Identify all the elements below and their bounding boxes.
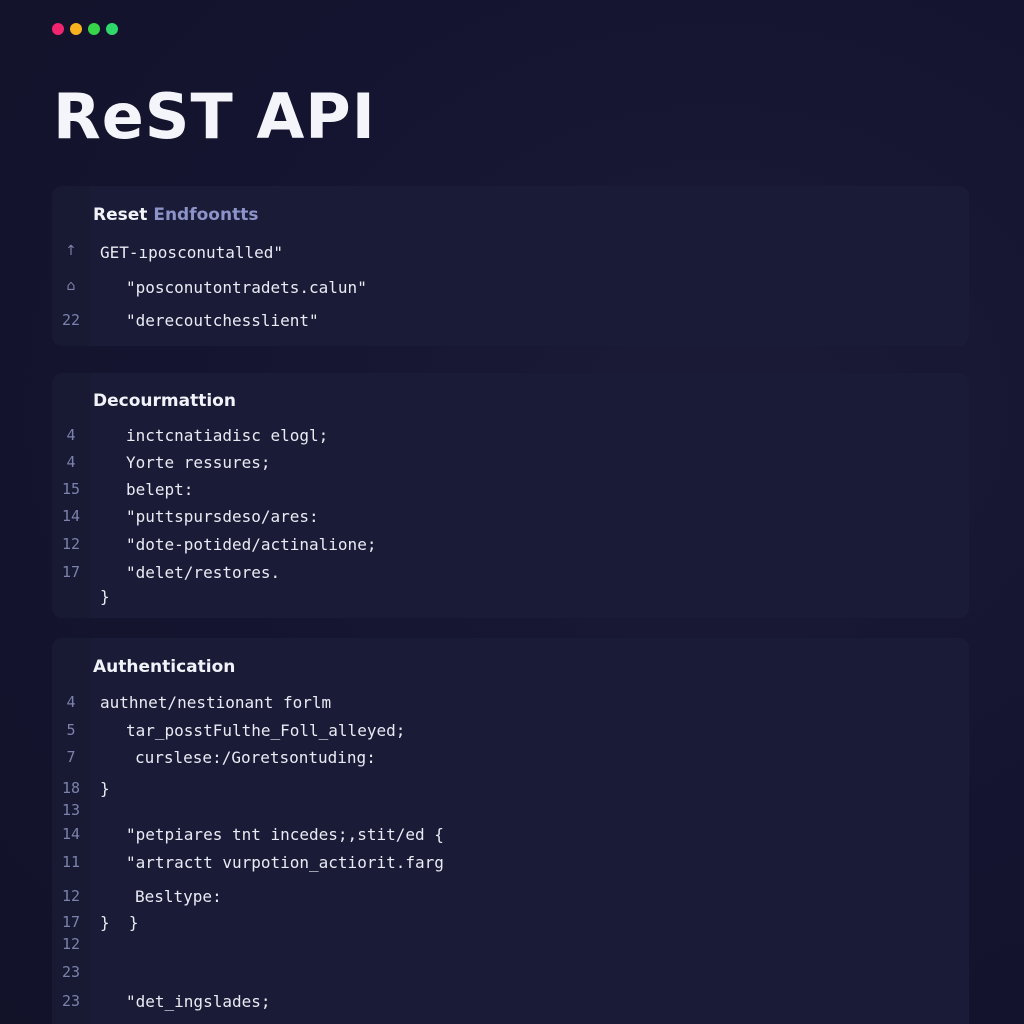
fullscreen-window-dot[interactable] [106,23,118,35]
line-number: 15 [61,480,81,498]
code-line: 13 [52,801,969,821]
code-line: 18 } [52,779,969,799]
authentication-panel: Authentication 4 authnet/nestionant forl… [52,638,969,1024]
panel-title: Decourmattion [93,391,236,411]
line-number: 14 [61,507,81,525]
code-line: 22 "derecoutchesslient" [52,311,969,331]
line-number: 5 [66,721,76,739]
line-number: 18 [61,779,81,797]
window-controls [52,23,118,35]
code-text[interactable]: } } [100,913,139,932]
code-line: } [52,587,969,607]
code-line: ↑ GET-ıposconutalled" [52,243,969,263]
line-number: 4 [66,693,76,711]
close-window-dot[interactable] [52,23,64,35]
code-line: 5 tar_posstFulthe_Foll_alleyed; [52,721,969,741]
code-line: 4 Yorte ressures; [52,453,969,473]
code-text[interactable]: Yorte ressures; [126,453,271,472]
line-number: 17 [61,913,81,931]
minimize-window-dot[interactable] [70,23,82,35]
code-text[interactable]: inctcnatiadisc elogl; [126,426,328,445]
code-text[interactable]: "posconutontradets.calun" [126,278,367,297]
line-number: 23 [61,963,81,981]
code-line: 14 "petpiares tnt incedes;,stit/ed { [52,825,969,845]
code-text[interactable]: GET-ıposconutalled" [100,243,283,262]
panel-title-main: Reset [93,205,154,225]
line-number: 7 [66,748,76,766]
code-line: 15 belept: [52,480,969,500]
code-line: 12 Besltype: [52,887,969,907]
line-number: 4 [66,426,76,444]
line-number: 11 [61,853,81,871]
code-line: 14 "puttspursdeso/ares: [52,507,969,527]
code-line: ⌂ "posconutontradets.calun" [52,278,969,298]
line-number: 13 [61,801,81,819]
line-number: 14 [61,825,81,843]
code-text[interactable]: "dote-potided/actinalione; [126,535,376,554]
code-text[interactable]: tar_posstFulthe_Foll_alleyed; [126,721,405,740]
code-line: 4 inctcnatiadisc elogl; [52,426,969,446]
code-line: 7 curslese:/Goretsontuding: [52,748,969,768]
documentation-panel: Decourmattion 4 inctcnatiadisc elogl; 4 … [52,373,969,618]
code-line: 4 authnet/nestionant forlm [52,693,969,713]
code-line: 12 "dote-potided/actinalione; [52,535,969,555]
panel-title: Reset Endfoontts [93,205,258,225]
code-line: 17 "delet/restores. [52,563,969,583]
endpoints-panel: Reset Endfoontts ↑ GET-ıposconutalled" ⌂… [52,186,969,346]
line-number: 12 [61,887,81,905]
line-number: 12 [61,535,81,553]
line-number: 23 [61,992,81,1010]
code-text[interactable]: authnet/nestionant forlm [100,693,331,712]
code-text[interactable]: "det_ingslades; [126,992,271,1011]
code-line: 23 "det_ingslades; [52,992,969,1012]
code-text[interactable]: belept: [126,480,193,499]
code-text[interactable]: curslese:/Goretsontuding: [135,748,376,767]
line-number: 17 [61,563,81,581]
code-line: 23 [52,963,969,983]
code-text[interactable]: "puttspursdeso/ares: [126,507,319,526]
code-text[interactable]: "petpiares tnt incedes;,stit/ed { [126,825,444,844]
code-line: 17 } } [52,913,969,933]
code-text[interactable]: "artractt vurpotion_actiorit.farg [126,853,444,872]
code-text[interactable]: "derecoutchesslient" [126,311,319,330]
line-number: 4 [66,453,76,471]
code-text[interactable]: } [100,587,110,606]
line-number: 22 [61,311,81,329]
cloud-icon: ⌂ [66,278,76,294]
code-line: 11 "artractt vurpotion_actiorit.farg [52,853,969,873]
panel-title-accent: Endfoontts [153,205,259,225]
code-text[interactable]: "delet/restores. [126,563,280,582]
code-text[interactable]: Besltype: [135,887,222,906]
page-title: ReST API [53,80,376,153]
arrow-up-icon: ↑ [65,243,77,259]
line-number: 12 [61,935,81,953]
code-line: 12 [52,935,969,955]
panel-title: Authentication [93,657,236,677]
maximize-window-dot[interactable] [88,23,100,35]
code-text[interactable]: } [100,779,110,798]
